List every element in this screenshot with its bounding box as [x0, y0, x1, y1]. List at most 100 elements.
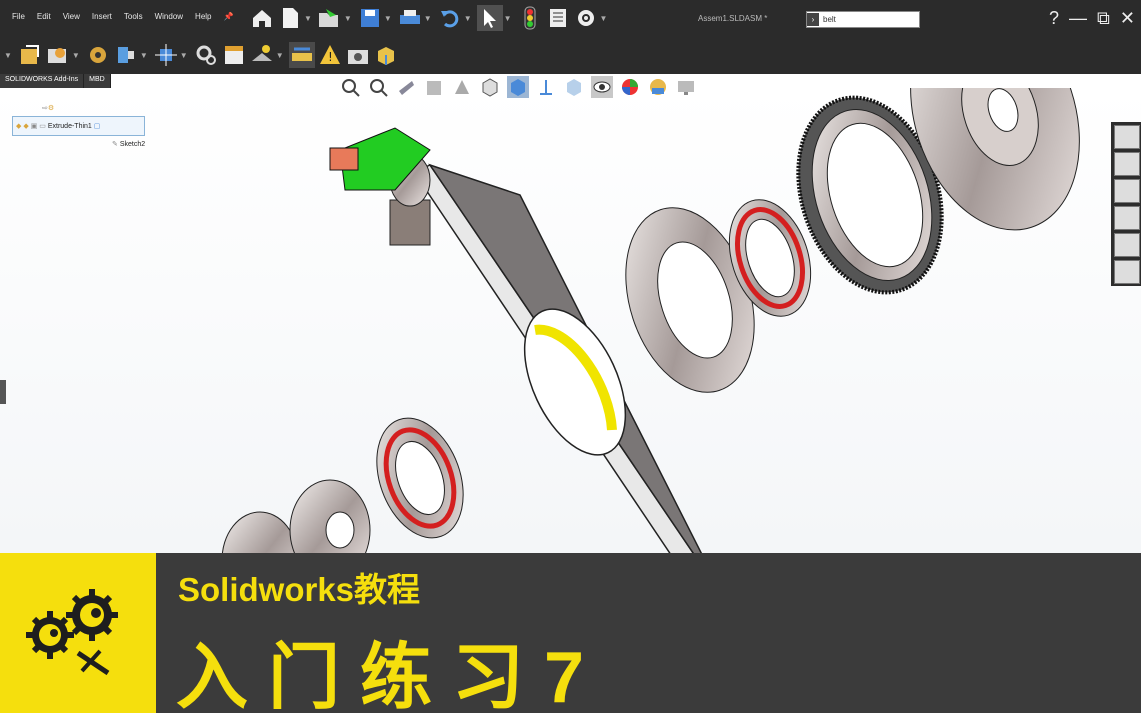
menu-insert[interactable]: Insert: [86, 12, 118, 21]
snapshot-icon[interactable]: [345, 42, 371, 68]
search-value: belt: [823, 15, 836, 24]
heads-up-view-toolbar: [336, 76, 700, 98]
zoom-to-area-icon[interactable]: [367, 76, 389, 98]
chevron-down-icon[interactable]: ▼: [4, 51, 12, 60]
menu-window[interactable]: Window: [149, 12, 189, 21]
zoom-to-fit-icon[interactable]: [339, 76, 361, 98]
exploded-assembly-model[interactable]: [0, 88, 1141, 553]
tree-label: Sketch2: [119, 140, 146, 148]
chevron-down-icon[interactable]: ▼: [72, 51, 80, 60]
eye-icon[interactable]: [591, 76, 613, 98]
document-title: Assem1.SLDASM *: [698, 14, 768, 23]
rebuild-icon[interactable]: [517, 5, 543, 31]
view-palette-icon[interactable]: [1114, 206, 1140, 230]
tree-label: Extrude-Thin1: [47, 122, 92, 130]
help-icon[interactable]: ?: [1049, 8, 1059, 29]
command-manager-tabs: SOLIDWORKS Add-Ins MBD: [0, 74, 111, 88]
chevron-down-icon[interactable]: ▼: [344, 14, 352, 23]
reference-geometry-icon[interactable]: [249, 42, 275, 68]
select-cursor-icon[interactable]: [476, 5, 503, 31]
chevron-down-icon[interactable]: ▼: [464, 14, 472, 23]
custom-properties-icon[interactable]: [1114, 260, 1140, 284]
chevron-down-icon[interactable]: ▼: [600, 14, 608, 23]
quick-access-toolbar: ▼ ▼ ▼ ▼ ▼ ▼ ▼: [248, 5, 611, 31]
move-component-icon[interactable]: [153, 42, 179, 68]
new-document-icon[interactable]: [277, 5, 303, 31]
chevron-down-icon[interactable]: ▼: [504, 14, 512, 23]
search-input[interactable]: › belt: [806, 11, 920, 28]
part-icon[interactable]: ⚙: [48, 104, 54, 112]
interference-detection-icon[interactable]: !: [317, 42, 343, 68]
banner-title: Solidworks教程: [178, 571, 421, 608]
task-pane-tabs: [1111, 122, 1141, 286]
pin-icon[interactable]: 📌: [218, 12, 240, 21]
component-icon: ◆: [23, 123, 29, 130]
view-settings-icon[interactable]: [675, 76, 697, 98]
chevron-down-icon[interactable]: ▼: [304, 14, 312, 23]
menu-edit[interactable]: Edit: [31, 12, 57, 21]
gears-logo: [0, 553, 156, 713]
part-icon: ▣: [30, 123, 38, 130]
file-properties-icon[interactable]: [545, 5, 571, 31]
bill-of-materials-icon[interactable]: [221, 42, 247, 68]
restore-button[interactable]: ⧉: [1097, 8, 1110, 29]
instant3d-icon[interactable]: [373, 42, 399, 68]
menu-file[interactable]: File: [6, 12, 31, 21]
tree-item-sketch2[interactable]: ✎ Sketch2: [12, 136, 145, 152]
file-explorer-icon[interactable]: [1114, 179, 1140, 203]
tab-solidworks-add-ins[interactable]: SOLIDWORKS Add-Ins: [0, 74, 85, 88]
component-pattern-icon[interactable]: [85, 42, 111, 68]
extrude-icon: ▭: [39, 123, 46, 130]
previous-view-icon[interactable]: [395, 76, 417, 98]
panel-collapse-handle[interactable]: [0, 380, 6, 404]
save-icon[interactable]: [357, 5, 383, 31]
feature-tree-flyout: ⇨ ⚙ ◆ ◆ ▣ ▭ Extrude-Thin1 ▢ ✎ Sketch2: [12, 100, 146, 152]
assembly-features-icon[interactable]: [193, 42, 219, 68]
tab-mbd[interactable]: MBD: [84, 74, 111, 88]
gear-icon[interactable]: [573, 5, 599, 31]
chevron-down-icon[interactable]: ▼: [384, 14, 392, 23]
chevron-down-icon[interactable]: ▼: [424, 14, 432, 23]
sketch-icon: ✎: [112, 141, 118, 148]
tree-item-extrude-thin1[interactable]: ◆ ◆ ▣ ▭ Extrude-Thin1 ▢: [12, 116, 146, 136]
edit-appearance-icon[interactable]: [563, 76, 585, 98]
edit-feature-icon[interactable]: ▢: [94, 122, 101, 130]
appearance-scene-icon[interactable]: [647, 76, 669, 98]
display-style-icon[interactable]: [507, 76, 529, 98]
title-bar: File Edit View Insert Tools Window Help …: [0, 0, 1141, 38]
chevron-down-icon[interactable]: ▼: [180, 51, 188, 60]
view-orientation-icon[interactable]: [479, 76, 501, 98]
graphics-area[interactable]: [0, 88, 1141, 553]
design-library-icon[interactable]: [1114, 152, 1140, 176]
print-icon[interactable]: [397, 5, 423, 31]
open-file-icon[interactable]: [317, 5, 343, 31]
mate-icon[interactable]: [45, 42, 71, 68]
menu-bar: File Edit View Insert Tools Window Help …: [6, 12, 239, 21]
search-icon[interactable]: ›: [807, 13, 819, 26]
appearances-icon[interactable]: [1114, 233, 1140, 257]
command-manager-icons: ▼ ▼ ▼ ▼ ▼ !: [4, 42, 400, 68]
minimize-button[interactable]: —: [1069, 8, 1087, 29]
section-view-icon[interactable]: [423, 76, 445, 98]
menu-view[interactable]: View: [57, 12, 86, 21]
undo-icon[interactable]: [437, 5, 463, 31]
menu-tools[interactable]: Tools: [118, 12, 149, 21]
menu-help[interactable]: Help: [189, 12, 217, 21]
dynamic-annotation-icon[interactable]: [451, 76, 473, 98]
tree-toolbar-row: ⇨ ⚙: [12, 100, 145, 116]
apply-scene-icon[interactable]: [619, 76, 641, 98]
close-button[interactable]: ✕: [1120, 8, 1135, 29]
smart-fasteners-icon[interactable]: [113, 42, 139, 68]
assembly-icon: ◆: [16, 123, 22, 130]
gears-icon: [26, 589, 118, 676]
chevron-down-icon[interactable]: ▼: [276, 51, 284, 60]
exploded-view-icon[interactable]: [288, 42, 315, 68]
solidworks-resources-icon[interactable]: [1114, 125, 1140, 149]
hide-show-items-icon[interactable]: [535, 76, 557, 98]
window-controls: ? — ⧉ ✕: [1049, 8, 1135, 29]
banner-subtitle: 入门练习7: [176, 638, 605, 718]
home-icon[interactable]: [249, 5, 275, 31]
chevron-down-icon[interactable]: ▼: [140, 51, 148, 60]
insert-components-icon[interactable]: [17, 42, 43, 68]
svg-text:!: !: [328, 50, 333, 64]
